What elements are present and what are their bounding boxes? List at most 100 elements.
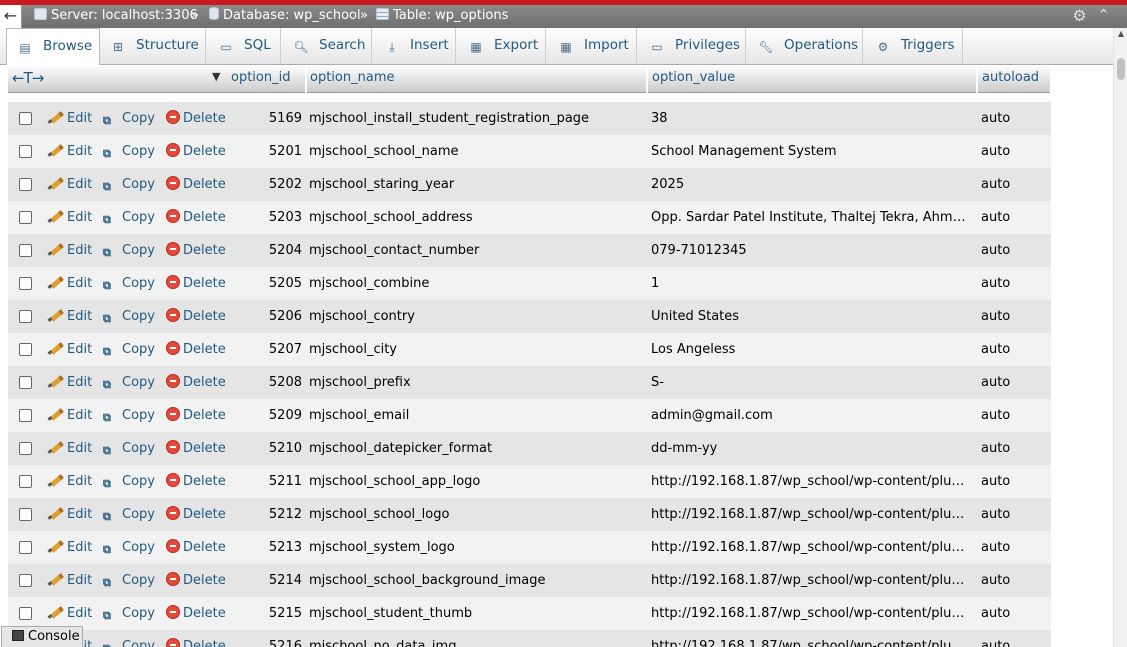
delete-link[interactable]: Delete — [166, 102, 226, 135]
cell-option-value[interactable]: http://192.168.1.87/wp_school/wp-content… — [651, 465, 971, 498]
cell-option-id[interactable]: 5209 — [232, 399, 302, 432]
tab-export[interactable]: ▦Export — [456, 28, 546, 64]
cell-option-value[interactable]: 1 — [651, 267, 971, 300]
cell-option-name[interactable]: mjschool_contact_number — [309, 234, 479, 267]
row-checkbox[interactable] — [19, 112, 32, 125]
delete-link[interactable]: Delete — [166, 333, 226, 366]
cell-option-id[interactable]: 5213 — [232, 531, 302, 564]
cell-option-id[interactable]: 5215 — [232, 597, 302, 630]
cell-option-name[interactable]: mjschool_system_logo — [309, 531, 455, 564]
delete-link[interactable]: Delete — [166, 201, 226, 234]
cell-option-name[interactable]: mjschool_datepicker_format — [309, 432, 492, 465]
tab-insert[interactable]: ⤓Insert — [372, 28, 456, 64]
cell-option-name[interactable]: mjschool_student_thumb — [309, 597, 472, 630]
row-checkbox[interactable] — [19, 178, 32, 191]
header-option-name[interactable]: option_name — [305, 65, 647, 93]
tab-browse[interactable]: ▤Browse — [6, 28, 100, 65]
header-autoload[interactable]: autoload — [977, 65, 1051, 93]
delete-link[interactable]: Delete — [166, 630, 226, 647]
copy-link[interactable]: ⧉Copy — [103, 465, 155, 498]
cell-autoload[interactable]: auto — [981, 564, 1010, 597]
edit-link[interactable]: Edit — [48, 432, 92, 465]
delete-link[interactable]: Delete — [166, 597, 226, 630]
cell-autoload[interactable]: auto — [981, 432, 1010, 465]
copy-link[interactable]: ⧉Copy — [103, 399, 155, 432]
console-button[interactable]: Console — [1, 626, 83, 647]
cell-option-value[interactable]: Los Angeless — [651, 333, 971, 366]
collapse-icon[interactable]: ⌃ — [1095, 7, 1112, 24]
cell-option-name[interactable]: mjschool_email — [309, 399, 409, 432]
edit-link[interactable]: Edit — [48, 498, 92, 531]
delete-link[interactable]: Delete — [166, 399, 226, 432]
cell-option-id[interactable]: 5206 — [232, 300, 302, 333]
cell-option-id[interactable]: 5212 — [232, 498, 302, 531]
row-checkbox[interactable] — [19, 244, 32, 257]
cell-option-name[interactable]: mjschool_school_app_logo — [309, 465, 480, 498]
delete-link[interactable]: Delete — [166, 168, 226, 201]
cell-option-id[interactable]: 5210 — [232, 432, 302, 465]
cell-autoload[interactable]: auto — [981, 597, 1010, 630]
copy-link[interactable]: ⧉Copy — [103, 498, 155, 531]
row-checkbox[interactable] — [19, 343, 32, 356]
cell-option-id[interactable]: 5204 — [232, 234, 302, 267]
cell-option-name[interactable]: mjschool_no_data_img — [309, 630, 456, 647]
delete-link[interactable]: Delete — [166, 267, 226, 300]
edit-link[interactable]: Edit — [48, 201, 92, 234]
cell-autoload[interactable]: auto — [981, 300, 1010, 333]
cell-option-value[interactable]: Opp. Sardar Patel Institute, Thaltej Tek… — [651, 201, 971, 234]
copy-link[interactable]: ⧉Copy — [103, 201, 155, 234]
copy-link[interactable]: ⧉Copy — [103, 432, 155, 465]
cell-autoload[interactable]: auto — [981, 399, 1010, 432]
cell-option-name[interactable]: mjschool_prefix — [309, 366, 411, 399]
tab-privileges[interactable]: ▭Privileges — [637, 28, 746, 64]
row-checkbox[interactable] — [19, 508, 32, 521]
cell-autoload[interactable]: auto — [981, 168, 1010, 201]
breadcrumb-table[interactable]: Table: wp_options — [376, 5, 508, 28]
row-checkbox[interactable] — [19, 475, 32, 488]
column-resize-arrows[interactable]: ←T→ — [12, 65, 43, 93]
cell-option-value[interactable]: School Management System — [651, 135, 971, 168]
cell-autoload[interactable]: auto — [981, 333, 1010, 366]
header-option-value[interactable]: option_value — [647, 65, 977, 93]
cell-option-name[interactable]: mjschool_school_name — [309, 135, 459, 168]
row-checkbox[interactable] — [19, 310, 32, 323]
cell-option-id[interactable]: 5202 — [232, 168, 302, 201]
row-checkbox[interactable] — [19, 409, 32, 422]
cell-option-name[interactable]: mjschool_school_logo — [309, 498, 449, 531]
tab-sql[interactable]: ▭SQL — [206, 28, 281, 64]
delete-link[interactable]: Delete — [166, 300, 226, 333]
cell-autoload[interactable]: auto — [981, 234, 1010, 267]
cell-option-value[interactable]: dd-mm-yy — [651, 432, 971, 465]
cell-option-id[interactable]: 5169 — [232, 102, 302, 135]
breadcrumb-server[interactable]: Server: localhost:3306 — [34, 5, 198, 28]
row-checkbox[interactable] — [19, 442, 32, 455]
tab-search[interactable]: 🔍︎Search — [281, 28, 372, 64]
row-checkbox[interactable] — [19, 607, 32, 620]
cell-option-id[interactable]: 5207 — [232, 333, 302, 366]
cell-option-value[interactable]: 2025 — [651, 168, 971, 201]
cell-autoload[interactable]: auto — [981, 498, 1010, 531]
tab-structure[interactable]: ⊞Structure — [100, 28, 206, 64]
tab-import[interactable]: ▦Import — [546, 28, 637, 64]
row-checkbox[interactable] — [19, 574, 32, 587]
delete-link[interactable]: Delete — [166, 366, 226, 399]
copy-link[interactable]: ⧉Copy — [103, 333, 155, 366]
row-checkbox[interactable] — [19, 376, 32, 389]
cell-option-value[interactable]: 079-71012345 — [651, 234, 971, 267]
edit-link[interactable]: Edit — [48, 168, 92, 201]
cell-option-value[interactable]: United States — [651, 300, 971, 333]
cell-option-id[interactable]: 5216 — [232, 630, 302, 647]
row-checkbox[interactable] — [19, 541, 32, 554]
cell-autoload[interactable]: auto — [981, 465, 1010, 498]
delete-link[interactable]: Delete — [166, 564, 226, 597]
edit-link[interactable]: Edit — [48, 333, 92, 366]
edit-link[interactable]: Edit — [48, 267, 92, 300]
cell-option-name[interactable]: mjschool_city — [309, 333, 397, 366]
edit-link[interactable]: Edit — [48, 399, 92, 432]
row-checkbox[interactable] — [19, 211, 32, 224]
delete-link[interactable]: Delete — [166, 531, 226, 564]
copy-link[interactable]: ⧉Copy — [103, 168, 155, 201]
gear-icon[interactable]: ⚙ — [1071, 7, 1088, 24]
cell-option-name[interactable]: mjschool_contry — [309, 300, 415, 333]
copy-link[interactable]: ⧉Copy — [103, 597, 155, 630]
